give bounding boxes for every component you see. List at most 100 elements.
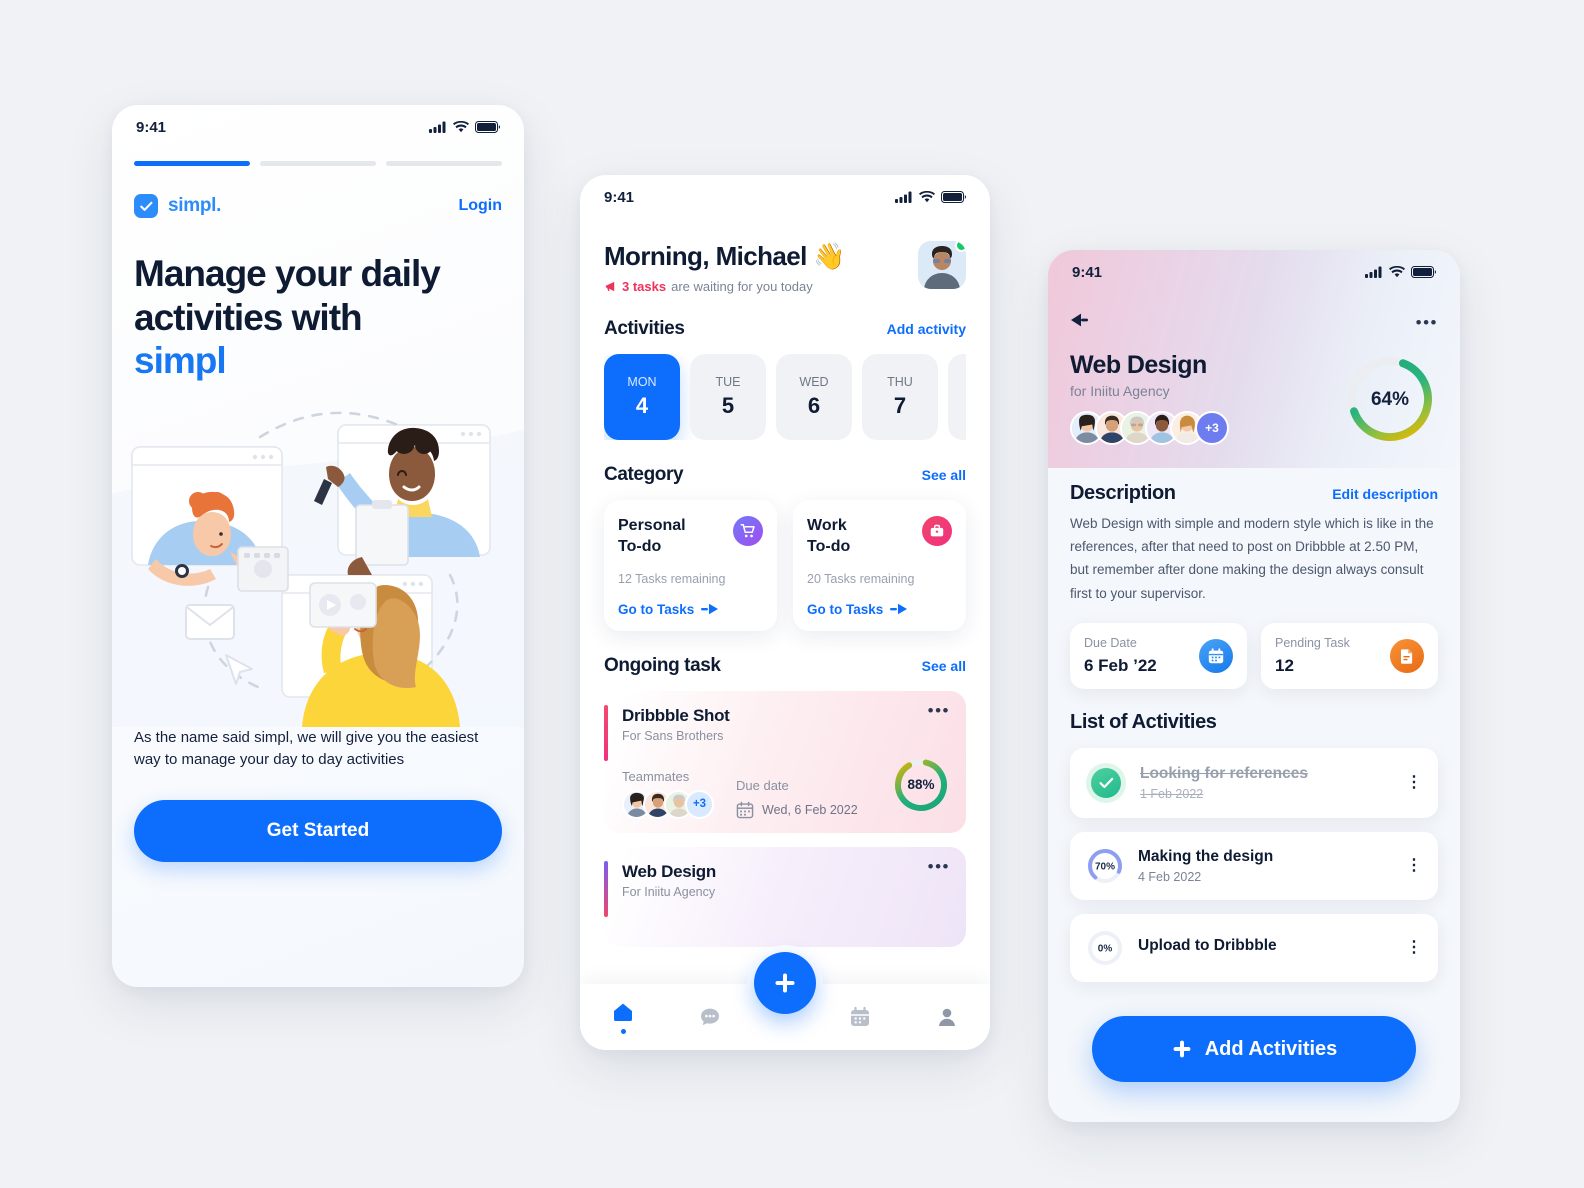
briefcase-icon — [922, 516, 952, 546]
briefcase-glyph — [930, 524, 944, 537]
onboarding-subtext: As the name said simpl, we will give you… — [134, 728, 479, 768]
collaboration-illustration-svg — [112, 411, 524, 727]
stat-card-due-date[interactable]: Due Date 6 Feb ’22 — [1070, 622, 1247, 689]
project-members[interactable]: +3 — [1070, 411, 1229, 445]
day-selector[interactable]: MON 4 TUE 5 WED 6 THU 7 FRI 8 — [604, 354, 966, 440]
edit-description-link[interactable]: Edit description — [1332, 486, 1438, 502]
ongoing-task-card-dribbble[interactable]: Dribbble Shot For Sans Brothers ••• Team… — [604, 690, 966, 833]
cellular-signal-icon — [429, 121, 446, 133]
activity-more-menu-icon[interactable]: ⋮ — [1406, 775, 1422, 791]
category-meta: 20 Tasks remaining — [807, 571, 915, 586]
add-task-fab[interactable] — [754, 952, 816, 1014]
status-icons — [895, 191, 966, 203]
chat-icon — [701, 1008, 720, 1026]
stat-label: Due Date — [1084, 635, 1137, 650]
wifi-icon — [453, 121, 469, 133]
category-name-line2: To-do — [807, 537, 851, 555]
greeting-subtitle: 3 tasks are waiting for you today — [604, 279, 845, 294]
plus-icon — [1173, 1040, 1191, 1058]
stat-label: Pending Task — [1275, 635, 1350, 650]
progress-value: 70% — [1095, 861, 1115, 872]
step-2[interactable] — [260, 161, 376, 166]
ongoing-task-card-webdesign[interactable]: Web Design For Iniitu Agency ••• — [604, 846, 966, 947]
home-icon — [614, 1003, 633, 1021]
go-to-tasks-link-personal[interactable]: Go to Tasks — [618, 602, 763, 617]
description-title: Description — [1070, 482, 1176, 504]
arrow-right-icon — [701, 603, 719, 615]
activity-row-looking-for-references[interactable]: Looking for references 1 Feb 2022 ⋮ — [1070, 747, 1438, 818]
status-icons — [1365, 266, 1436, 278]
day-chip-fri[interactable]: FRI 8 — [948, 354, 966, 440]
activity-more-menu-icon[interactable]: ⋮ — [1406, 940, 1422, 956]
category-name-line2: To-do — [618, 537, 662, 555]
onboarding-step-indicator — [112, 149, 524, 166]
activity-name: Upload to Dribbble — [1138, 936, 1277, 954]
activity-date: 4 Feb 2022 — [1138, 869, 1202, 884]
back-arrow-icon — [1071, 313, 1088, 327]
task-title: Web Design — [622, 861, 716, 881]
day-chip-thu[interactable]: THU 7 — [862, 354, 938, 440]
cellular-signal-icon — [1365, 266, 1382, 278]
teammate-avatars[interactable]: +3 — [622, 789, 714, 819]
step-1[interactable] — [134, 161, 250, 166]
login-link[interactable]: Login — [458, 197, 502, 215]
due-date-value: Wed, 6 Feb 2022 — [762, 802, 858, 817]
project-more-menu-icon[interactable]: ••• — [1416, 314, 1438, 331]
brand-row: simpl. Login — [112, 166, 524, 218]
category-card-personal[interactable]: Personal To-do 12 Tasks remaining Go to … — [604, 500, 777, 631]
task-more-menu-icon[interactable]: ••• — [928, 702, 950, 719]
progress-ring-88: 88% — [895, 758, 947, 811]
calendar-icon — [736, 801, 754, 818]
category-meta: 12 Tasks remaining — [618, 571, 726, 586]
ongoing-see-all-link[interactable]: See all — [922, 658, 966, 674]
calendar-tab[interactable] — [848, 1005, 872, 1029]
stat-card-pending-task[interactable]: Pending Task 12 — [1261, 622, 1438, 689]
task-accent-bar — [604, 860, 608, 917]
teammates-overflow-badge[interactable]: +3 — [685, 789, 714, 819]
phone-onboarding: 9:41 simpl. Login Manage your daily acti… — [112, 105, 524, 987]
calendar-icon — [1199, 638, 1233, 673]
day-chip-mon[interactable]: MON 4 — [604, 354, 680, 440]
status-icons — [429, 121, 500, 133]
back-button[interactable] — [1070, 312, 1094, 333]
members-overflow-badge[interactable]: +3 — [1195, 411, 1229, 445]
cart-glyph — [740, 524, 755, 538]
cellular-signal-icon — [895, 191, 912, 203]
person-icon — [938, 1008, 955, 1026]
envelope-icon — [185, 603, 235, 640]
progress-ring-64: 64% — [1348, 357, 1432, 441]
stat-value: 6 Feb ’22 — [1084, 655, 1157, 675]
day-number: 5 — [721, 393, 735, 418]
task-more-menu-icon[interactable]: ••• — [928, 858, 950, 875]
day-chip-tue[interactable]: TUE 5 — [690, 354, 766, 440]
day-chip-wed[interactable]: WED 6 — [776, 354, 852, 440]
battery-icon — [1411, 266, 1436, 278]
ongoing-header: Ongoing task See all — [604, 655, 966, 677]
progress-value: 64% — [1371, 389, 1409, 410]
arrow-right-icon — [890, 603, 908, 615]
avatar[interactable] — [918, 241, 966, 289]
chat-tab[interactable] — [698, 1005, 722, 1029]
add-activity-link[interactable]: Add activity — [887, 321, 966, 337]
category-see-all-link[interactable]: See all — [922, 467, 966, 483]
progress-ring-70: 70% — [1088, 848, 1122, 883]
status-time: 9:41 — [1072, 263, 1103, 281]
day-name: MON — [627, 375, 657, 389]
category-title: Category — [604, 464, 684, 485]
category-card-work[interactable]: Work To-do 20 Tasks remaining Go to Task… — [793, 500, 966, 631]
calendar-glyph — [1208, 648, 1224, 664]
activity-row-making-the-design[interactable]: 70% Making the design 4 Feb 2022 ⋮ — [1070, 831, 1438, 900]
profile-tab[interactable] — [935, 1005, 959, 1029]
activity-row-upload-to-dribbble[interactable]: 0% Upload to Dribbble ⋮ — [1070, 913, 1438, 982]
category-name-line1: Personal — [618, 517, 686, 534]
progress-value: 0% — [1098, 943, 1113, 954]
home-tab[interactable] — [611, 1000, 635, 1034]
get-started-button[interactable]: Get Started — [134, 800, 502, 863]
day-name: TUE — [715, 375, 741, 389]
battery-icon — [475, 121, 500, 133]
go-to-tasks-link-work[interactable]: Go to Tasks — [807, 602, 952, 617]
activity-more-menu-icon[interactable]: ⋮ — [1406, 858, 1422, 874]
page-title: Manage your daily activities with simpl — [112, 218, 524, 383]
add-activities-button[interactable]: Add Activities — [1092, 1016, 1416, 1082]
step-3[interactable] — [386, 161, 502, 166]
